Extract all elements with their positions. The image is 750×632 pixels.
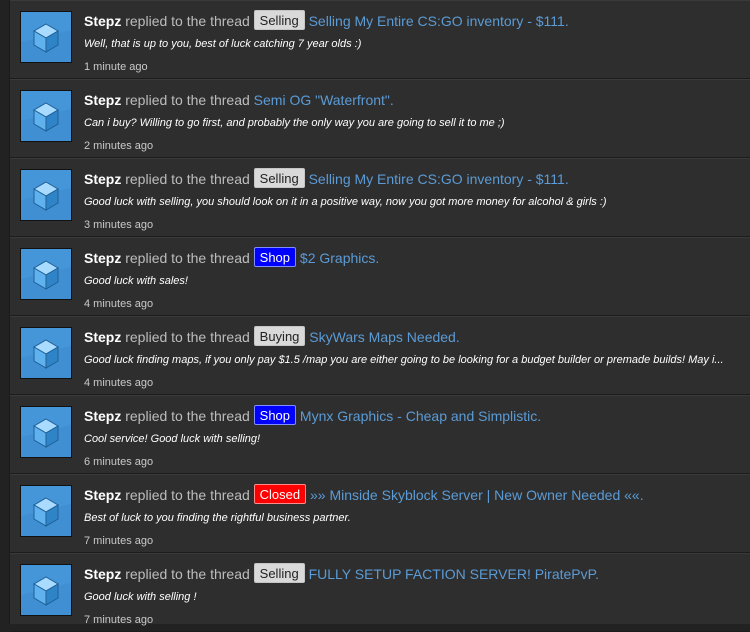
cube-avatar-icon xyxy=(21,12,71,62)
title-period: . xyxy=(375,250,380,266)
thread-prefix-badge: Closed xyxy=(253,484,307,504)
timestamp[interactable]: 6 minutes ago xyxy=(84,456,153,468)
title-period: . xyxy=(455,329,460,345)
activity-item: Stepz replied to the thread Selling FULL… xyxy=(10,553,750,632)
timestamp[interactable]: 7 minutes ago xyxy=(84,614,153,626)
activity-title: Stepz replied to the thread Selling Sell… xyxy=(84,168,743,190)
user-avatar[interactable] xyxy=(20,11,72,63)
user-avatar[interactable] xyxy=(20,169,72,221)
reply-snippet[interactable]: Best of luck to you finding the rightful… xyxy=(84,512,725,524)
thread-link[interactable]: $2 Graphics xyxy=(300,250,375,266)
username-link[interactable]: Stepz xyxy=(84,566,121,582)
activity-item: Stepz replied to the thread Selling Sell… xyxy=(10,158,750,237)
action-text: replied to the thread xyxy=(125,250,250,266)
action-text: replied to the thread xyxy=(125,329,250,345)
activity-item: Stepz replied to the thread Buying SkyWa… xyxy=(10,316,750,395)
title-period: . xyxy=(564,171,569,187)
reply-snippet[interactable]: Well, that is up to you, best of luck ca… xyxy=(84,38,725,50)
user-avatar[interactable] xyxy=(20,327,72,379)
thread-link[interactable]: Selling My Entire CS:GO inventory - $111 xyxy=(309,171,565,187)
activity-item: Stepz replied to the thread Semi OG "Wat… xyxy=(10,79,750,158)
activity-title: Stepz replied to the thread Semi OG "Wat… xyxy=(84,89,743,111)
reply-snippet[interactable]: Good luck finding maps, if you only pay … xyxy=(84,354,725,366)
activity-title: Stepz replied to the thread Shop Mynx Gr… xyxy=(84,405,743,427)
activity-title: Stepz replied to the thread Buying SkyWa… xyxy=(84,326,743,348)
reply-snippet[interactable]: Good luck with sales! xyxy=(84,275,725,287)
activity-item: Stepz replied to the thread Selling Sell… xyxy=(10,0,750,79)
timestamp[interactable]: 1 minute ago xyxy=(84,61,148,73)
title-period: . xyxy=(389,92,394,108)
cube-avatar-icon xyxy=(21,249,71,299)
thread-link[interactable]: FULLY SETUP FACTION SERVER! PiratePvP xyxy=(309,566,596,582)
activity-item: Stepz replied to the thread Closed »» Mi… xyxy=(10,474,750,553)
user-avatar[interactable] xyxy=(20,564,72,616)
username-link[interactable]: Stepz xyxy=(84,171,121,187)
activity-feed: Stepz replied to the thread Selling Sell… xyxy=(9,0,750,632)
thread-prefix-badge: Buying xyxy=(253,326,306,346)
timestamp[interactable]: 7 minutes ago xyxy=(84,535,153,547)
reply-snippet[interactable]: Good luck with selling, you should look … xyxy=(84,196,725,208)
user-avatar[interactable] xyxy=(20,248,72,300)
action-text: replied to the thread xyxy=(125,408,250,424)
timestamp[interactable]: 3 minutes ago xyxy=(84,219,153,231)
username-link[interactable]: Stepz xyxy=(84,487,121,503)
thread-link[interactable]: SkyWars Maps Needed xyxy=(309,329,456,345)
activity-item: Stepz replied to the thread Shop Mynx Gr… xyxy=(10,395,750,474)
activity-title: Stepz replied to the thread Selling Sell… xyxy=(84,10,743,32)
action-text: replied to the thread xyxy=(125,487,250,503)
activity-item: Stepz replied to the thread Shop $2 Grap… xyxy=(10,237,750,316)
action-text: replied to the thread xyxy=(125,566,250,582)
reply-snippet[interactable]: Can i buy? Willing to go first, and prob… xyxy=(84,117,725,129)
username-link[interactable]: Stepz xyxy=(84,329,121,345)
reply-snippet[interactable]: Good luck with selling ! xyxy=(84,591,725,603)
cube-avatar-icon xyxy=(21,170,71,220)
thread-link[interactable]: Selling My Entire CS:GO inventory - $111 xyxy=(309,13,565,29)
user-avatar[interactable] xyxy=(20,485,72,537)
thread-prefix-badge: Selling xyxy=(253,10,305,30)
action-text: replied to the thread xyxy=(125,13,250,29)
username-link[interactable]: Stepz xyxy=(84,13,121,29)
cube-avatar-icon xyxy=(21,486,71,536)
timestamp[interactable]: 4 minutes ago xyxy=(84,298,153,310)
cube-avatar-icon xyxy=(21,407,71,457)
title-period: . xyxy=(639,487,644,503)
title-period: . xyxy=(595,566,600,582)
username-link[interactable]: Stepz xyxy=(84,250,121,266)
activity-title: Stepz replied to the thread Selling FULL… xyxy=(84,563,743,585)
thread-prefix-badge: Shop xyxy=(253,247,297,267)
thread-prefix-badge: Selling xyxy=(253,563,305,583)
thread-prefix-badge: Selling xyxy=(253,168,305,188)
thread-link[interactable]: Semi OG "Waterfront" xyxy=(254,92,390,108)
thread-prefix-badge: Shop xyxy=(253,405,297,425)
title-period: . xyxy=(537,408,542,424)
thread-link[interactable]: Mynx Graphics - Cheap and Simplistic xyxy=(300,408,537,424)
thread-link[interactable]: »» Minside Skyblock Server | New Owner N… xyxy=(310,487,640,503)
activity-title: Stepz replied to the thread Closed »» Mi… xyxy=(84,484,743,506)
username-link[interactable]: Stepz xyxy=(84,92,121,108)
activity-title: Stepz replied to the thread Shop $2 Grap… xyxy=(84,247,743,269)
timestamp[interactable]: 2 minutes ago xyxy=(84,140,153,152)
user-avatar[interactable] xyxy=(20,406,72,458)
action-text: replied to the thread xyxy=(125,171,250,187)
cube-avatar-icon xyxy=(21,328,71,378)
username-link[interactable]: Stepz xyxy=(84,408,121,424)
user-avatar[interactable] xyxy=(20,90,72,142)
reply-snippet[interactable]: Cool service! Good luck with selling! xyxy=(84,433,725,445)
timestamp[interactable]: 4 minutes ago xyxy=(84,377,153,389)
title-period: . xyxy=(564,13,569,29)
cube-avatar-icon xyxy=(21,565,71,615)
action-text: replied to the thread xyxy=(125,92,250,108)
cube-avatar-icon xyxy=(21,91,71,141)
